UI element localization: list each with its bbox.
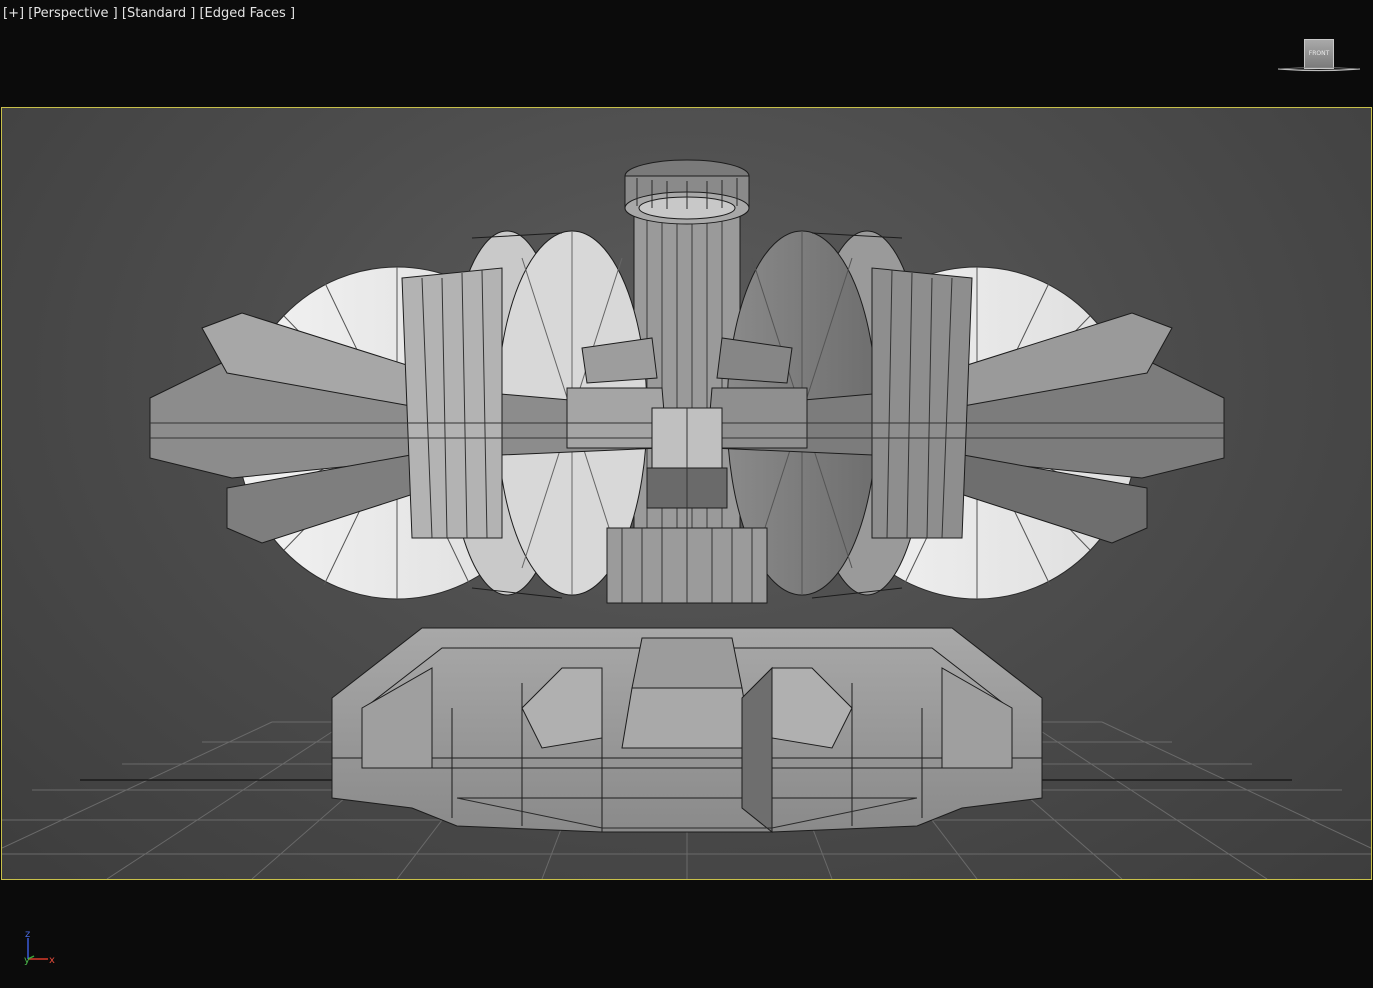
axis-y-label: y [24, 955, 30, 966]
model-base [331, 627, 1043, 834]
viewport-menu-plus[interactable]: [+] [3, 6, 24, 21]
viewcube-front-face[interactable]: FRONT [1304, 39, 1334, 69]
viewport-menu-display[interactable]: [Edged Faces ] [199, 6, 295, 21]
max-viewport-window: [+] [Perspective ] [Standard ] [Edged Fa… [0, 0, 1373, 988]
viewcube-icon[interactable]: FRONT [1276, 36, 1362, 76]
scene-render [2, 159, 1371, 879]
viewcube-compass-ring[interactable] [1276, 66, 1362, 72]
viewport-menu-point-of-view[interactable]: [Perspective ] [28, 6, 118, 21]
viewport-label-menu: [+] [Perspective ] [Standard ] [Edged Fa… [3, 6, 295, 21]
axis-tripod-icon: z y x [24, 929, 55, 966]
viewport-menu-shading[interactable]: [Standard ] [122, 6, 195, 21]
axis-z-label: z [25, 929, 30, 940]
axis-x-label: x [49, 955, 55, 966]
perspective-viewport[interactable] [1, 107, 1372, 880]
